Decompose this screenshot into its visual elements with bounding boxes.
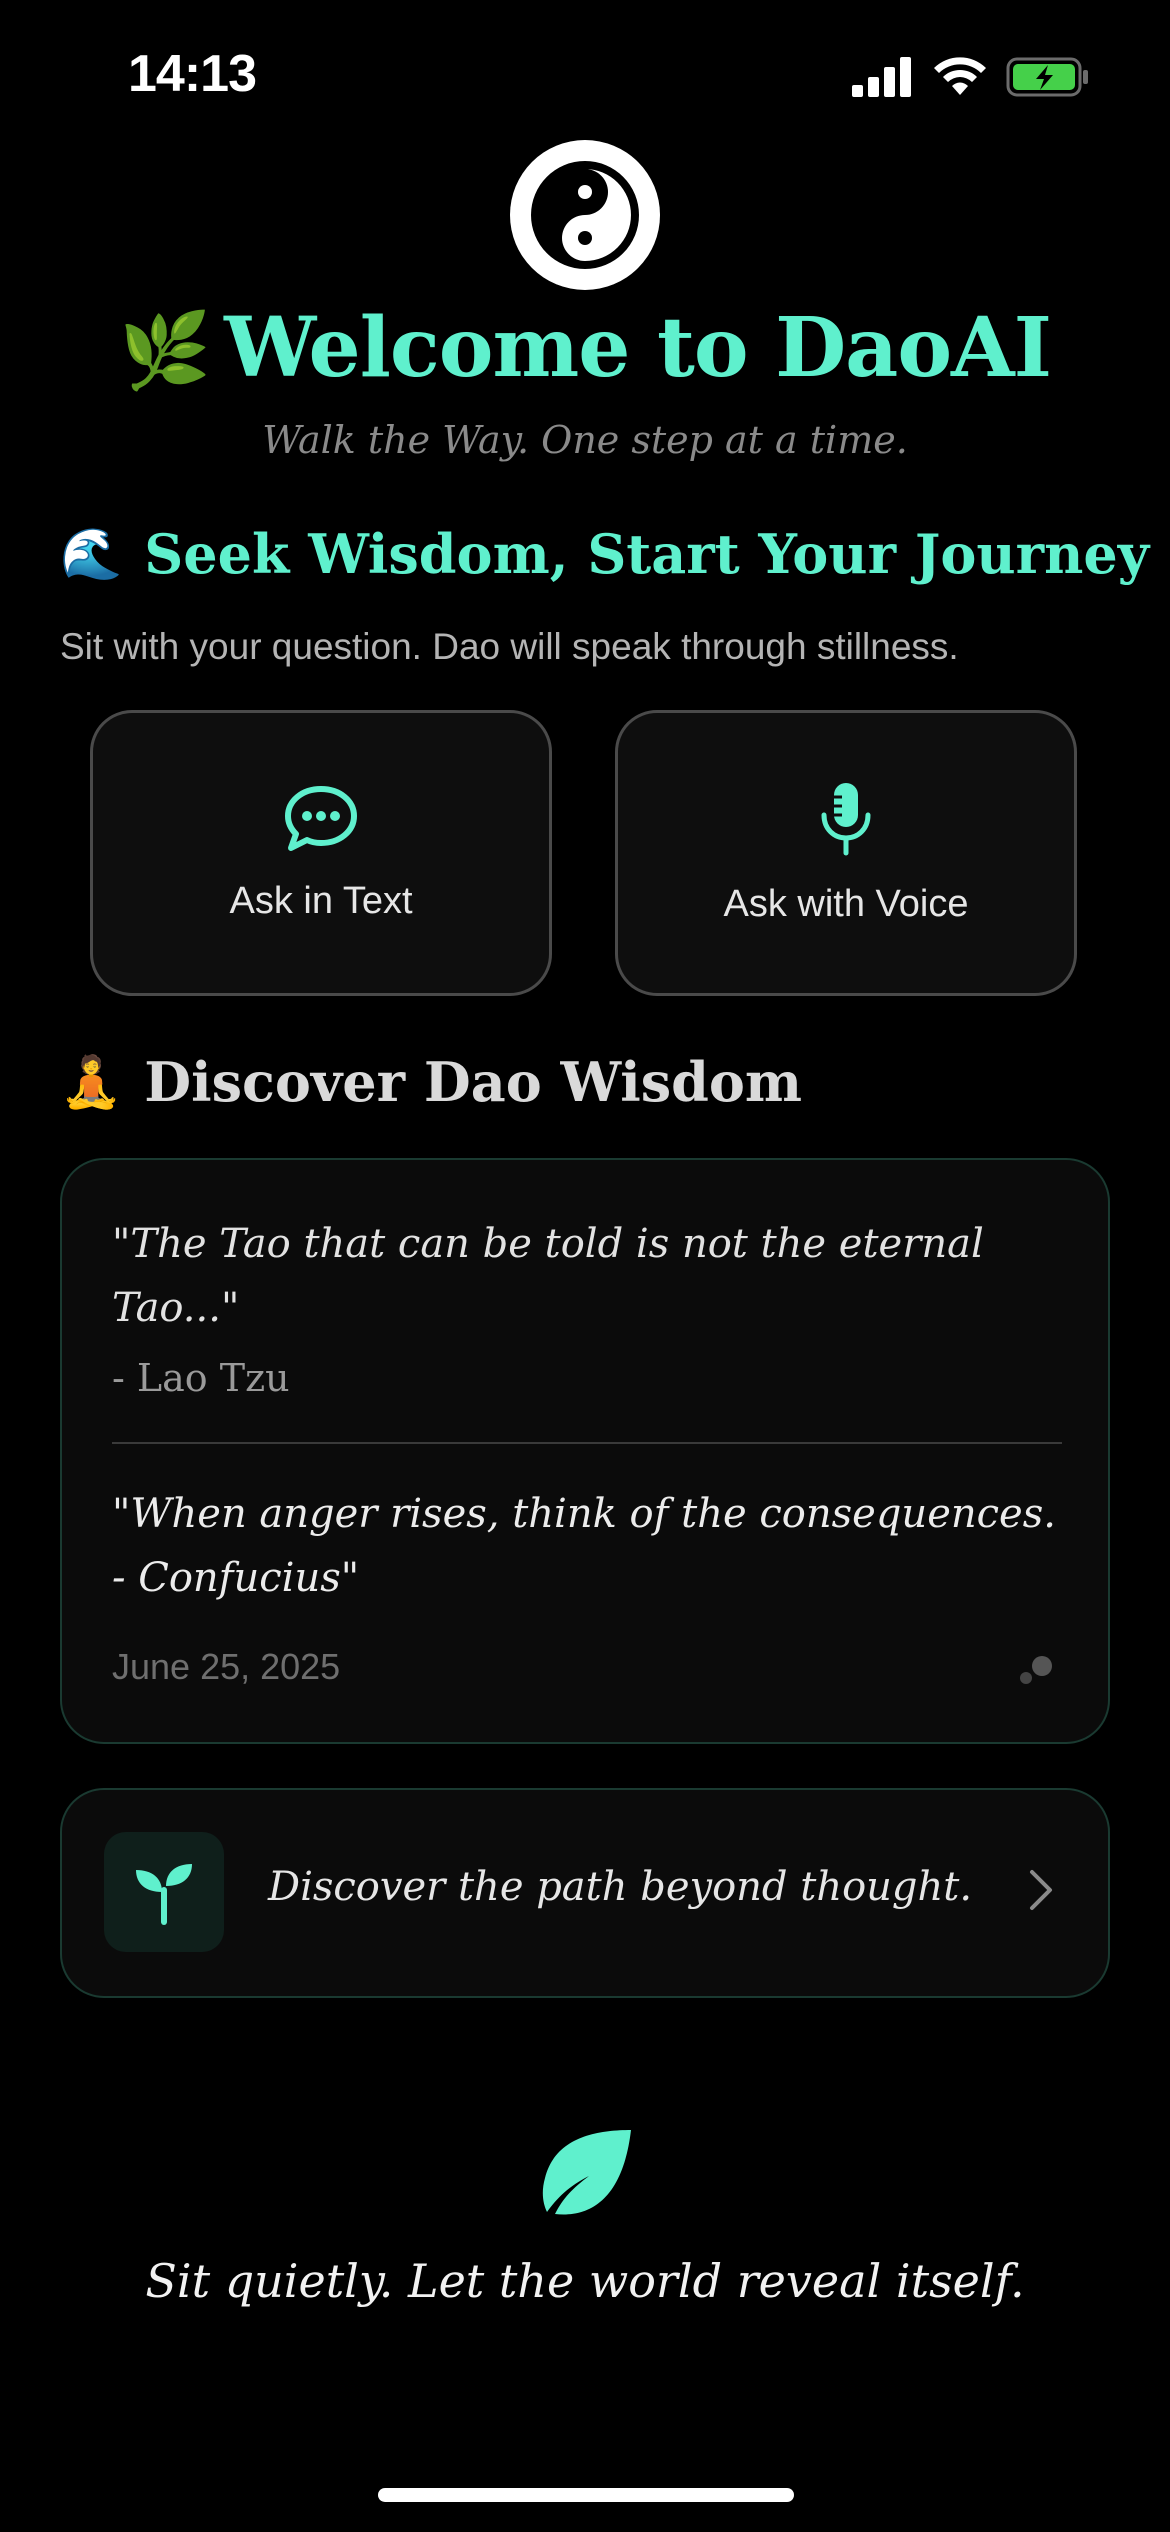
card-divider bbox=[112, 1442, 1062, 1444]
discover-title: Discover Dao Wisdom bbox=[144, 1050, 803, 1114]
yin-yang-icon bbox=[510, 140, 660, 290]
seek-wisdom-subtitle: Sit with your question. Dao will speak t… bbox=[60, 626, 959, 667]
seek-wisdom-title: Seek Wisdom, Start Your Journey bbox=[144, 522, 1150, 586]
wisdom-quote-secondary: "When anger rises, think of the conseque… bbox=[112, 1491, 1056, 1601]
seek-wisdom-heading: 🌊 Seek Wisdom, Start Your Journey bbox=[60, 522, 1149, 586]
ask-with-voice-button[interactable]: Ask with Voice bbox=[615, 710, 1077, 996]
chevron-right-icon bbox=[1030, 1870, 1052, 1910]
ask-with-voice-label: Ask with Voice bbox=[723, 882, 969, 925]
page-title-text: Welcome to DaoAI bbox=[224, 300, 1052, 396]
status-time: 14:13 bbox=[128, 45, 257, 103]
footer-quote: Sit quietly. Let the world reveal itself… bbox=[145, 2254, 1025, 2308]
sprout-icon bbox=[136, 1864, 192, 1925]
cellular-signal-icon bbox=[852, 57, 911, 97]
wisdom-card[interactable]: "The Tao that can be told is not the ete… bbox=[60, 1158, 1110, 1744]
tagline: Walk the Way. One step at a time. bbox=[262, 418, 908, 462]
sprout-icon-container bbox=[104, 1832, 224, 1952]
dots-icon bbox=[1020, 1656, 1052, 1684]
ask-in-text-button[interactable]: Ask in Text bbox=[90, 710, 552, 996]
page-title: 🌿 Welcome to DaoAI bbox=[0, 300, 1170, 396]
ask-in-text-label: Ask in Text bbox=[229, 879, 413, 922]
microphone-icon bbox=[821, 782, 871, 855]
wisdom-quote-primary: "The Tao that can be told is not the ete… bbox=[112, 1221, 984, 1331]
status-icons bbox=[852, 56, 1090, 98]
leaf-icon bbox=[542, 2130, 631, 2215]
wifi-icon bbox=[934, 57, 986, 95]
wisdom-date: June 25, 2025 bbox=[112, 1646, 341, 1687]
wave-emoji: 🌊 bbox=[60, 524, 123, 583]
discover-path-text: Discover the path beyond thought. bbox=[268, 1864, 973, 1910]
chat-bubble-icon bbox=[285, 785, 357, 851]
wisdom-quote-author: - Lao Tzu bbox=[112, 1356, 290, 1400]
discover-path-card[interactable]: Discover the path beyond thought. bbox=[60, 1788, 1110, 1998]
battery-charging-icon bbox=[1006, 57, 1088, 97]
home-indicator[interactable] bbox=[378, 2488, 794, 2502]
meditation-emoji: 🧘 bbox=[60, 1052, 123, 1111]
herb-emoji: 🌿 bbox=[118, 308, 211, 394]
discover-heading: 🧘 Discover Dao Wisdom bbox=[60, 1050, 802, 1114]
